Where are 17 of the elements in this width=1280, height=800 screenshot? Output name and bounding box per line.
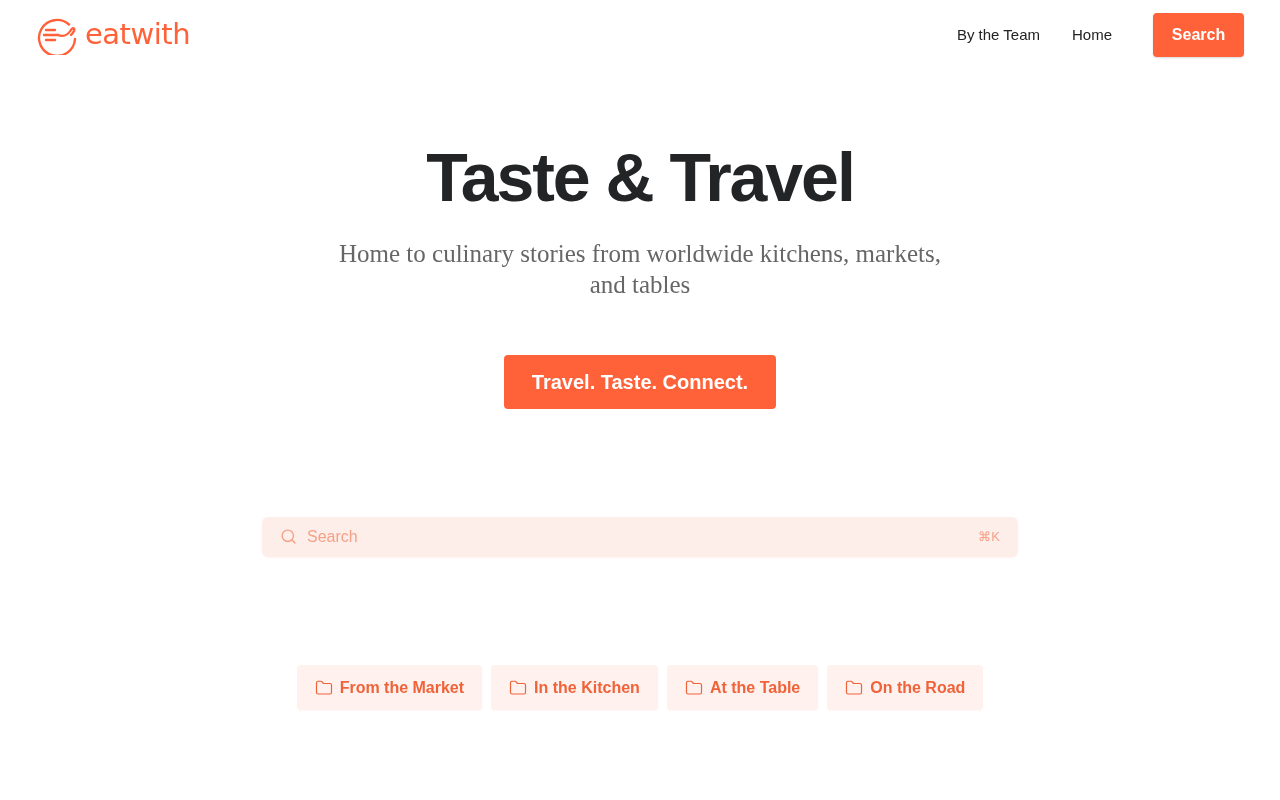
search-icon xyxy=(280,528,297,545)
folder-icon xyxy=(845,678,864,697)
category-chip[interactable]: In the Kitchen xyxy=(491,665,658,710)
nav-link[interactable]: By the Team xyxy=(956,25,1040,45)
category-chip[interactable]: From the Market xyxy=(296,665,483,710)
folder-icon xyxy=(684,678,703,697)
folder-icon xyxy=(509,678,528,697)
nav-link[interactable]: Home xyxy=(1072,25,1112,45)
cta-button[interactable]: Travel. Taste. Connect. xyxy=(504,355,776,409)
category-chip[interactable]: On the Road xyxy=(827,665,984,710)
folder-icon xyxy=(314,678,333,697)
category-chip[interactable]: At the Table xyxy=(666,665,819,710)
hero-title: Taste & Travel xyxy=(426,140,854,215)
search-button[interactable]: Search xyxy=(1153,13,1244,57)
hero-subtitle: Home to culinary stories from worldwide kitchens, markets, and tables xyxy=(338,239,942,300)
logo-wordmark[interactable]: eatwith xyxy=(85,19,190,51)
shortcut-hint: ⌘K xyxy=(978,529,1000,545)
